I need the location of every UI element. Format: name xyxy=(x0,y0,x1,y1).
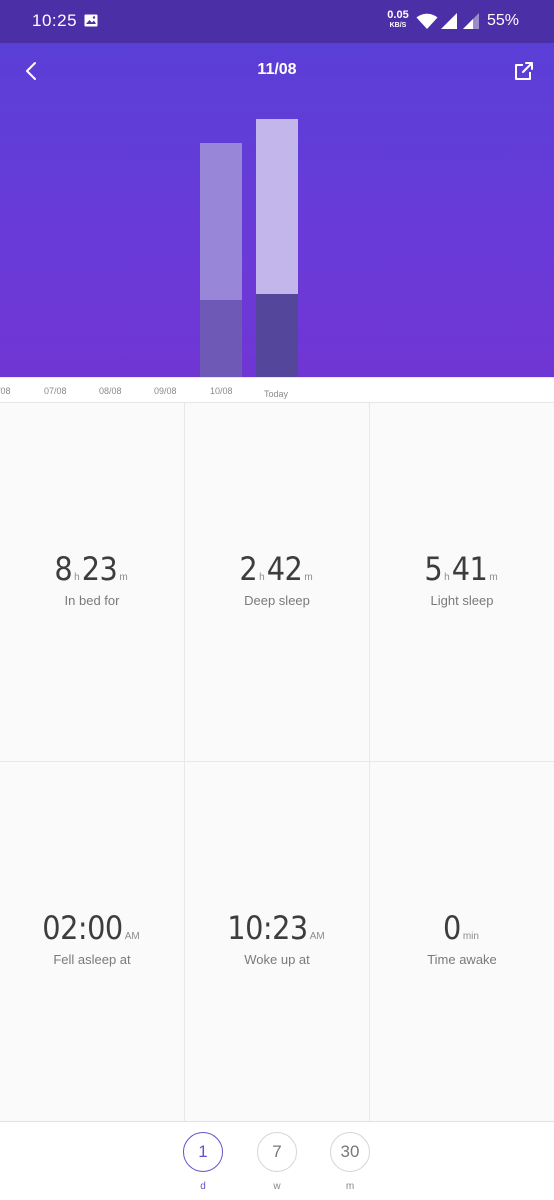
date-label[interactable]: 07/08 xyxy=(44,386,67,396)
wifi-icon xyxy=(416,13,438,29)
period-day-label: d xyxy=(200,1181,206,1192)
period-month-button[interactable]: 30 xyxy=(330,1132,370,1172)
metric-label: Light sleep xyxy=(430,593,494,608)
image-notification-icon xyxy=(84,14,98,27)
date-axis: 06/08 07/08 08/08 09/08 10/08 Today xyxy=(0,377,554,403)
date-label[interactable]: 06/08 xyxy=(0,386,11,396)
cell-signal-2-icon xyxy=(463,13,479,29)
battery-percentage: 55% xyxy=(487,12,520,29)
share-external-icon[interactable] xyxy=(510,57,538,85)
metric-deep-sleep: 2 h42 m Deep sleep xyxy=(185,403,369,761)
period-week-label: w xyxy=(273,1181,281,1192)
deep-sleep-segment xyxy=(200,299,242,377)
page-title: 11/08 xyxy=(257,61,297,78)
sleep-bar[interactable] xyxy=(200,142,242,377)
sleep-bar[interactable] xyxy=(256,118,298,377)
metric-value: 02:00 AM xyxy=(42,909,140,947)
network-speed: 0.05 KB/S xyxy=(386,10,410,31)
period-selector: 1 d 7 w 30 m xyxy=(0,1121,554,1200)
metric-label: Fell asleep at xyxy=(53,952,131,967)
metric-light-sleep: 5 h41 m Light sleep xyxy=(370,403,554,761)
metric-value: 2 h42 m xyxy=(239,550,313,588)
metric-label: Time awake xyxy=(427,952,497,967)
status-time: 10:25 xyxy=(32,11,78,30)
status-bar: 10:25 0.05 KB/S 55% xyxy=(0,0,554,43)
sleep-metrics-grid: 8 h23 m In bed for 2 h42 m Deep sleep 5 h41 m … xyxy=(0,403,554,1121)
metric-label: Deep sleep xyxy=(244,593,310,608)
date-label-today[interactable]: Today xyxy=(264,389,288,399)
metric-time-awake: 0 min Time awake xyxy=(370,762,554,1120)
metric-label: In bed for xyxy=(64,593,120,608)
period-day-button[interactable]: 1 xyxy=(183,1132,223,1172)
period-week-button[interactable]: 7 xyxy=(257,1132,297,1172)
metric-value: 10:23 AM xyxy=(227,909,325,947)
metric-value: 5 h41 m xyxy=(424,550,498,588)
metric-in-bed: 8 h23 m In bed for xyxy=(0,403,184,761)
metric-value: 0 min xyxy=(443,909,479,947)
period-month-label: m xyxy=(345,1181,355,1192)
metric-fell-asleep: 02:00 AM Fell asleep at xyxy=(0,762,184,1120)
light-sleep-segment xyxy=(256,118,298,294)
metric-value: 8 h23 m xyxy=(54,550,128,588)
sleep-chart-header: 11/08 xyxy=(0,43,554,377)
date-label[interactable]: 10/08 xyxy=(210,386,233,396)
metric-woke-up: 10:23 AM Woke up at xyxy=(185,762,369,1120)
deep-sleep-segment xyxy=(256,293,298,377)
light-sleep-segment xyxy=(200,142,242,300)
date-label[interactable]: 09/08 xyxy=(154,386,177,396)
cell-signal-icon xyxy=(441,13,457,29)
metric-label: Woke up at xyxy=(244,952,310,967)
date-label[interactable]: 08/08 xyxy=(99,386,122,396)
network-speed-unit: KB/S xyxy=(389,22,407,29)
network-speed-value: 0.05 xyxy=(387,9,409,21)
